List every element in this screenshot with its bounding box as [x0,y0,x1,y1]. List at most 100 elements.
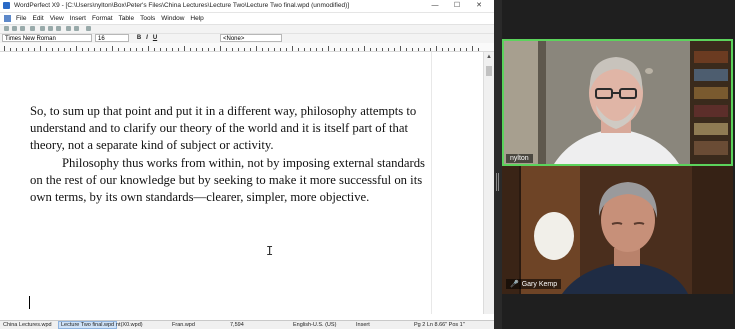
scrollbar-thumb[interactable] [486,66,492,76]
doc-tab-3[interactable]: nt(X0.wpd) [116,322,143,328]
menu-table[interactable]: Table [116,15,138,22]
ruler-tick [214,48,215,51]
redo-icon[interactable] [74,26,79,31]
menu-insert[interactable]: Insert [67,15,89,22]
ruler-tick [148,46,149,51]
ruler-tick [226,48,227,51]
cut-icon[interactable] [40,26,45,31]
status-bar: China Lectures.wpd Lecture Two final.wpd… [0,320,494,329]
ruler-tick [124,48,125,51]
menu-bar: File Edit View Insert Format Table Tools… [0,13,494,23]
ruler-tick [316,48,317,51]
ruler-tick [268,48,269,51]
maximize-button[interactable]: ☐ [446,0,468,12]
new-icon[interactable] [4,26,9,31]
ruler-tick [460,48,461,51]
ruler-tick [382,48,383,51]
status-insert-mode[interactable]: Insert [356,322,370,328]
ruler-tick [364,46,365,51]
vertical-scrollbar[interactable]: ▲ [483,52,494,314]
ruler-tick [352,48,353,51]
zoom-icon[interactable] [86,26,91,31]
ruler-tick [208,48,209,51]
menu-tools[interactable]: Tools [137,15,158,22]
font-select[interactable]: Times New Roman [2,34,92,42]
ruler-tick [118,48,119,51]
menu-window[interactable]: Window [158,15,187,22]
ruler-tick [472,46,473,51]
ruler-tick [22,48,23,51]
microphone-muted-icon[interactable]: 🎤 [510,281,519,288]
ruler-tick [70,48,71,51]
status-count: 7,594 [230,322,244,328]
ruler[interactable] [0,43,494,52]
ruler-tick [340,48,341,51]
scroll-up-icon[interactable]: ▲ [486,54,492,60]
ruler-tick [220,46,221,51]
paste-icon[interactable] [56,26,61,31]
undo-icon[interactable] [66,26,71,31]
ruler-tick [142,48,143,51]
pane-divider[interactable] [494,0,502,329]
wordperfect-icon [3,2,10,9]
ruler-tick [238,48,239,51]
style-select[interactable]: <None> [220,34,282,42]
menu-view[interactable]: View [47,15,67,22]
copy-icon[interactable] [48,26,53,31]
ruler-tick [10,48,11,51]
ruler-tick [76,46,77,51]
document-text[interactable]: So, to sum up that point and put it in a… [30,103,430,206]
divider-grip-icon[interactable] [496,173,497,191]
italic-button[interactable]: I [144,34,150,42]
ruler-tick [232,48,233,51]
doc-tab-china-lectures[interactable]: China Lectures.wpd [3,322,52,328]
ruler-tick [244,48,245,51]
right-margin-guide [431,52,432,314]
ruler-tick [394,48,395,51]
font-size-select[interactable]: 16 [95,34,129,42]
ruler-tick [466,48,467,51]
bold-button[interactable]: B [136,34,142,42]
ruler-tick [334,48,335,51]
ruler-tick [88,48,89,51]
close-button[interactable]: ✕ [468,0,490,12]
ruler-tick [286,48,287,51]
ruler-tick [388,48,389,51]
minimize-button[interactable]: — [424,0,446,12]
menu-help[interactable]: Help [187,15,206,22]
doc-tab-lecture-two-final[interactable]: Lecture Two final.wpd [58,321,118,329]
ruler-tick [28,48,29,51]
text-insertion-cursor [29,296,30,309]
mouse-ibeam-cursor-icon: I [266,244,274,258]
video-tile-nylton[interactable]: nylton [502,39,733,166]
print-icon[interactable] [30,26,35,31]
ruler-tick [154,48,155,51]
ruler-tick [64,48,65,51]
menu-file[interactable]: File [13,15,29,22]
ruler-tick [310,48,311,51]
ruler-tick [292,46,293,51]
ruler-tick [322,48,323,51]
title-bar: WordPerfect X9 - [C:\Users\nylton\Box\Pe… [0,0,494,13]
paragraph-2: Philosophy thus works from within, not b… [30,155,425,205]
ruler-tick [112,46,113,51]
ruler-tick [52,48,53,51]
menu-edit[interactable]: Edit [29,15,46,22]
status-position[interactable]: Pg 2 Ln 8.66" Pos 1" [414,322,465,328]
participant-name-gary-kemp: Gary Kemp [521,281,558,288]
ruler-tick [376,48,377,51]
open-icon[interactable] [12,26,17,31]
video-tile-gary-kemp[interactable]: 🎤 Gary Kemp [502,166,733,294]
ruler-tick [106,48,107,51]
ruler-tick [136,48,137,51]
save-icon[interactable] [20,26,25,31]
ruler-tick [4,46,5,51]
document-icon[interactable] [4,14,11,22]
status-language[interactable]: English-U.S. (US) [293,322,336,328]
menu-format[interactable]: Format [89,15,116,22]
participant-video-nylton [504,41,731,164]
underline-button[interactable]: U [152,34,158,42]
standard-toolbar [0,24,494,33]
doc-tab-fran[interactable]: Fran.wpd [172,322,195,328]
wordperfect-window: WordPerfect X9 - [C:\Users\nylton\Box\Pe… [0,0,494,329]
